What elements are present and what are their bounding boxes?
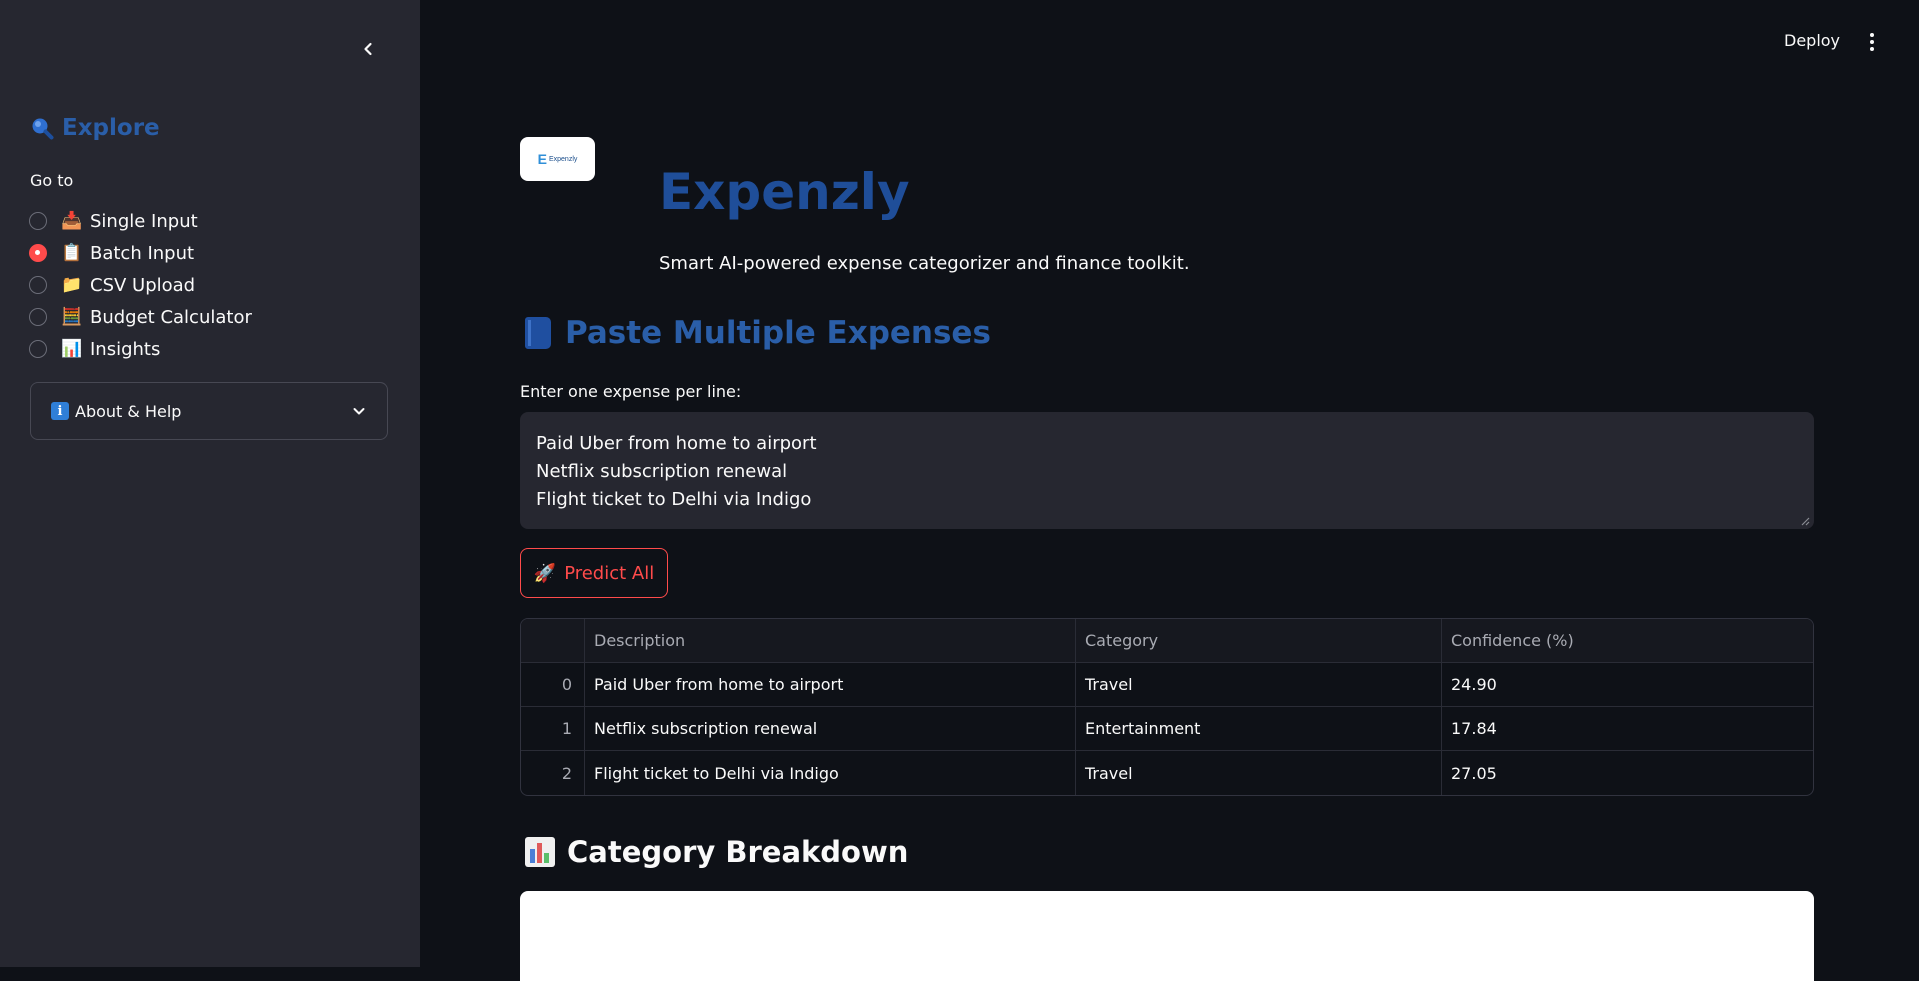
main-menu-button[interactable] bbox=[1860, 28, 1884, 56]
blue-book-icon bbox=[525, 317, 551, 349]
cell-description[interactable]: Flight ticket to Delhi via Indigo bbox=[585, 751, 1076, 795]
cell-description[interactable]: Netflix subscription renewal bbox=[585, 707, 1076, 750]
bar-chart-icon bbox=[525, 837, 555, 867]
nav-item-single-input[interactable]: 📥 Single Input bbox=[29, 205, 252, 237]
info-icon: i bbox=[51, 402, 69, 420]
predict-all-button[interactable]: 🚀 Predict All bbox=[520, 548, 668, 598]
nav-item-label: Insights bbox=[90, 338, 161, 360]
table-row: 1 Netflix subscription renewal Entertain… bbox=[521, 707, 1813, 751]
goto-label: Go to bbox=[30, 171, 74, 190]
inbox-tray-icon: 📥 bbox=[61, 211, 83, 231]
chevron-down-icon bbox=[353, 408, 365, 415]
sidebar: Explore Go to 📥 Single Input 📋 Batch Inp… bbox=[0, 0, 420, 967]
category-breakdown-heading: Category Breakdown bbox=[525, 835, 908, 869]
row-index: 0 bbox=[521, 663, 585, 706]
abacus-icon: 🧮 bbox=[61, 307, 83, 327]
nav-item-label: CSV Upload bbox=[90, 274, 196, 296]
row-index: 2 bbox=[521, 751, 585, 795]
cell-category[interactable]: Entertainment bbox=[1076, 707, 1442, 750]
logo-mark: E bbox=[537, 151, 547, 167]
page-title: Expenzly bbox=[659, 163, 910, 221]
nav-item-label: Budget Calculator bbox=[90, 306, 252, 328]
cell-description[interactable]: Paid Uber from home to airport bbox=[585, 663, 1076, 706]
radio-button[interactable] bbox=[29, 212, 47, 230]
about-help-expander[interactable]: i About & Help bbox=[30, 382, 388, 440]
chevron-left-icon bbox=[364, 42, 372, 56]
nav-item-label: Single Input bbox=[90, 210, 198, 232]
folder-icon: 📁 bbox=[61, 275, 83, 295]
rocket-icon: 🚀 bbox=[533, 562, 557, 584]
deploy-button[interactable]: Deploy bbox=[1784, 31, 1840, 50]
resize-handle-icon[interactable] bbox=[1800, 516, 1810, 526]
cell-confidence[interactable]: 17.84 bbox=[1442, 707, 1813, 750]
cell-confidence[interactable]: 24.90 bbox=[1442, 663, 1813, 706]
radio-button-selected[interactable] bbox=[29, 244, 47, 262]
row-index: 1 bbox=[521, 707, 585, 750]
nav-item-batch-input[interactable]: 📋 Batch Input bbox=[29, 237, 252, 269]
column-header-category[interactable]: Category bbox=[1076, 619, 1442, 662]
sidebar-heading-text: Explore bbox=[62, 115, 160, 141]
bar-chart-icon: 📊 bbox=[61, 339, 83, 359]
radio-button[interactable] bbox=[29, 276, 47, 294]
kebab-menu-icon bbox=[1870, 33, 1874, 37]
nav-item-csv-upload[interactable]: 📁 CSV Upload bbox=[29, 269, 252, 301]
page-subtitle: Smart AI-powered expense categorizer and… bbox=[659, 253, 1190, 274]
nav-radio-group: 📥 Single Input 📋 Batch Input 📁 CSV Uploa… bbox=[29, 205, 252, 365]
column-header-index bbox=[521, 619, 585, 662]
chart-container bbox=[520, 891, 1814, 981]
table-header-row: Description Category Confidence (%) bbox=[521, 619, 1813, 663]
collapse-sidebar-button[interactable] bbox=[353, 34, 383, 64]
radio-button[interactable] bbox=[29, 340, 47, 358]
clipboard-icon: 📋 bbox=[61, 243, 83, 263]
category-breakdown-text: Category Breakdown bbox=[567, 835, 909, 869]
results-table: Description Category Confidence (%) 0 Pa… bbox=[520, 618, 1814, 796]
kebab-menu-icon-dot bbox=[1870, 40, 1874, 44]
cell-category[interactable]: Travel bbox=[1076, 663, 1442, 706]
nav-item-label: Batch Input bbox=[90, 242, 195, 264]
app-logo: E Expenzly bbox=[520, 137, 595, 181]
nav-item-insights[interactable]: 📊 Insights bbox=[29, 333, 252, 365]
expander-label: About & Help bbox=[75, 401, 182, 421]
logo-wordmark: Expenzly bbox=[548, 155, 578, 163]
section-heading-text: Paste Multiple Expenses bbox=[565, 315, 991, 351]
expenses-input-label: Enter one expense per line: bbox=[520, 382, 742, 401]
cell-confidence[interactable]: 27.05 bbox=[1442, 751, 1813, 795]
kebab-menu-icon-dot bbox=[1870, 47, 1874, 51]
sidebar-heading: Explore bbox=[30, 115, 160, 141]
table-row: 2 Flight ticket to Delhi via Indigo Trav… bbox=[521, 751, 1813, 795]
section-heading: Paste Multiple Expenses bbox=[525, 315, 991, 351]
predict-all-label: Predict All bbox=[564, 562, 655, 584]
expenses-textarea[interactable]: Paid Uber from home to airport Netflix s… bbox=[520, 412, 1814, 529]
nav-item-budget-calculator[interactable]: 🧮 Budget Calculator bbox=[29, 301, 252, 333]
cell-category[interactable]: Travel bbox=[1076, 751, 1442, 795]
radio-button[interactable] bbox=[29, 308, 47, 326]
table-row: 0 Paid Uber from home to airport Travel … bbox=[521, 663, 1813, 707]
column-header-confidence[interactable]: Confidence (%) bbox=[1442, 619, 1813, 662]
magnifying-glass-icon bbox=[32, 118, 54, 140]
column-header-description[interactable]: Description bbox=[585, 619, 1076, 662]
